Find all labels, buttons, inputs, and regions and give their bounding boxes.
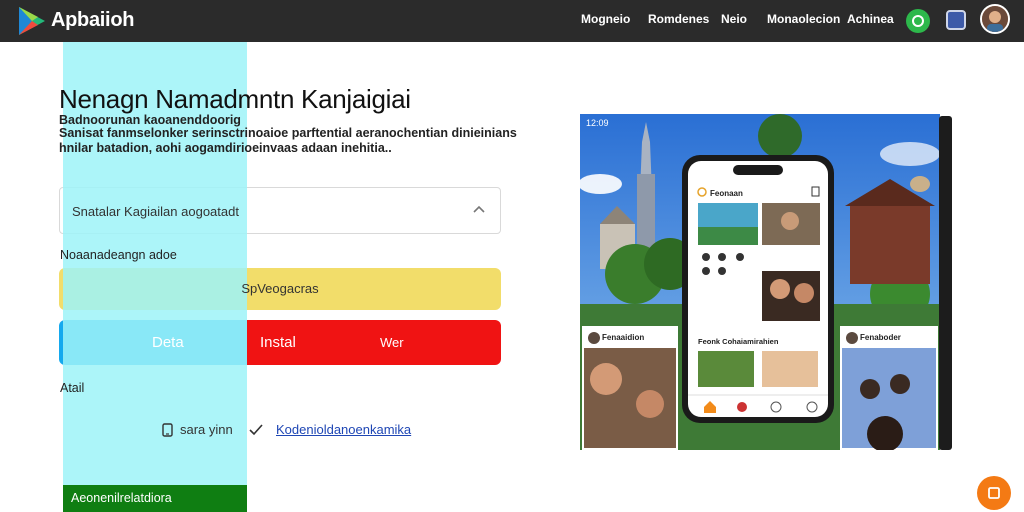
play-logo-icon[interactable] bbox=[16, 5, 48, 37]
phone-screen: Feonaan Feonk Cohaiamirahien bbox=[688, 161, 828, 417]
subtitle-line-3: hnilar batadion, aohi aogamdirioeinvaas … bbox=[59, 141, 392, 155]
nav-item-5[interactable]: Achinea bbox=[847, 12, 894, 26]
install-button-label[interactable]: Instal bbox=[260, 320, 296, 365]
phone-device-icon bbox=[162, 423, 173, 437]
dropdown-value[interactable]: Snatalar Kagiailan aogoatadt bbox=[72, 204, 239, 219]
card-left-title: Fenaaidion bbox=[602, 333, 645, 342]
subtitle-line-1: Badnoorunan kaoanenddoorig bbox=[59, 113, 241, 127]
check-icon bbox=[249, 424, 263, 436]
wishlist-button-label[interactable]: Wer bbox=[380, 320, 404, 365]
more-info-link[interactable]: Kodenioldanoenkamika bbox=[276, 422, 411, 437]
subtitle-line-2: Sanisat fanmselonker serinsctrinoaioe pa… bbox=[59, 126, 517, 140]
phone-frame-edge bbox=[939, 116, 952, 450]
nav-item-4[interactable]: Monaolecion bbox=[767, 12, 840, 26]
primary-button-label[interactable]: SpVeogacras bbox=[59, 268, 501, 310]
nav-item-2[interactable]: Romdenes bbox=[648, 12, 709, 26]
square-icon bbox=[988, 487, 1000, 499]
chevron-up-icon[interactable] bbox=[472, 203, 486, 217]
nav-item-1[interactable]: Mogneio bbox=[581, 12, 630, 26]
brand-name[interactable]: Apbaiioh bbox=[51, 9, 134, 32]
details-button-label[interactable]: Deta bbox=[152, 320, 184, 365]
phone-mockup: Feonaan Feonk Cohaiamirahien bbox=[682, 155, 834, 423]
small-label: Atail bbox=[60, 381, 85, 395]
avatar[interactable] bbox=[980, 4, 1010, 34]
floating-action-button[interactable] bbox=[977, 476, 1011, 510]
app-icon[interactable] bbox=[946, 10, 966, 30]
card-right-title: Fenaboder bbox=[860, 333, 901, 342]
phone-app-title: Feonaan bbox=[710, 189, 743, 198]
device-compat-text: sara yinn bbox=[180, 422, 233, 437]
section-label: Noaanadeangn adoe bbox=[60, 248, 177, 262]
phone-card-title: Feonk Cohaiamirahien bbox=[698, 337, 779, 346]
page-title: Nenagn Namadmntn Kanjaigiai bbox=[59, 84, 411, 114]
status-bar-time: 12:09 bbox=[586, 118, 609, 128]
chat-icon[interactable] bbox=[906, 9, 930, 33]
nav-item-3[interactable]: Neio bbox=[721, 12, 747, 26]
top-bar: Apbaiioh Mogneio Romdenes Neio Monaoleci… bbox=[0, 0, 1024, 42]
footer-bar[interactable]: Aeonenilrelatdiora bbox=[63, 485, 247, 512]
